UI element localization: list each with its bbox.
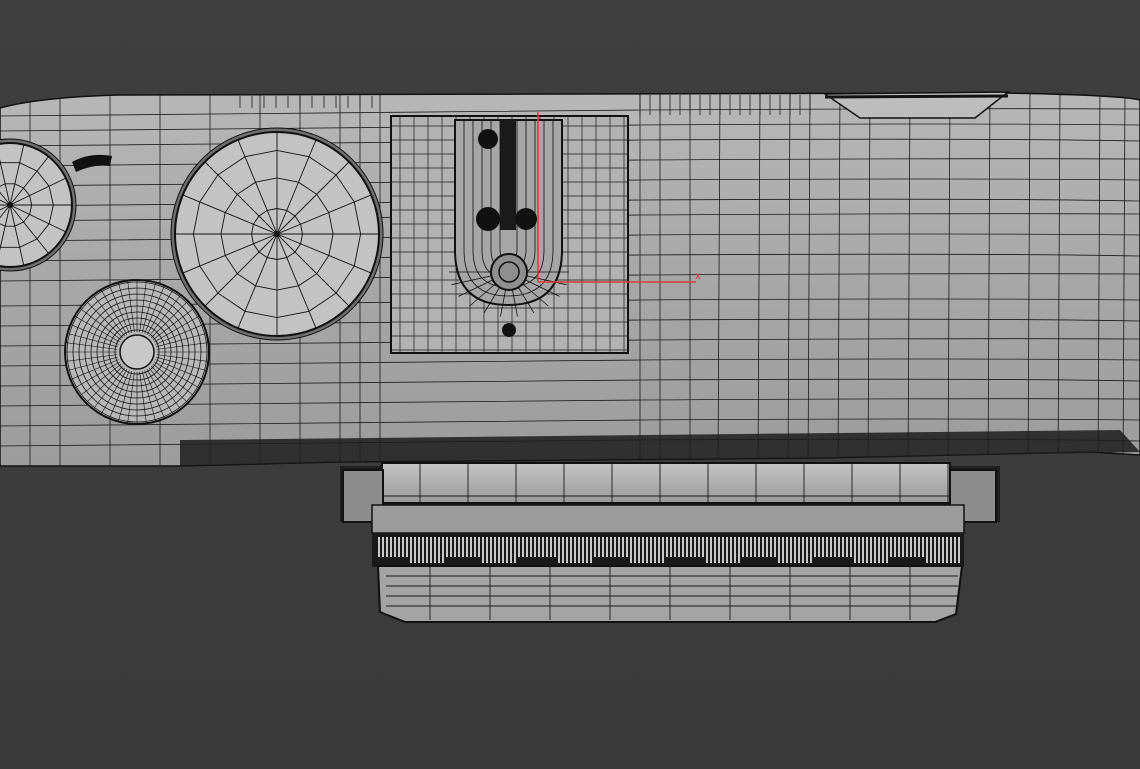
shoe-contact-left	[476, 207, 500, 231]
3d-viewport[interactable]: x	[0, 0, 1140, 769]
control-dial[interactable]	[64, 279, 210, 425]
gizmo-x-label: x	[695, 271, 701, 282]
lens-barrel[interactable]	[371, 504, 965, 623]
shoe-contact-top	[478, 129, 498, 149]
shoe-rail	[500, 120, 516, 230]
hot-shoe[interactable]	[390, 115, 629, 354]
shoe-bottom-pin	[502, 323, 516, 337]
wireframe-scene[interactable]: x	[0, 0, 1140, 769]
shoe-contact-right	[515, 208, 537, 230]
shoe-center-pin	[490, 253, 528, 291]
shutter-dial[interactable]	[170, 127, 384, 341]
